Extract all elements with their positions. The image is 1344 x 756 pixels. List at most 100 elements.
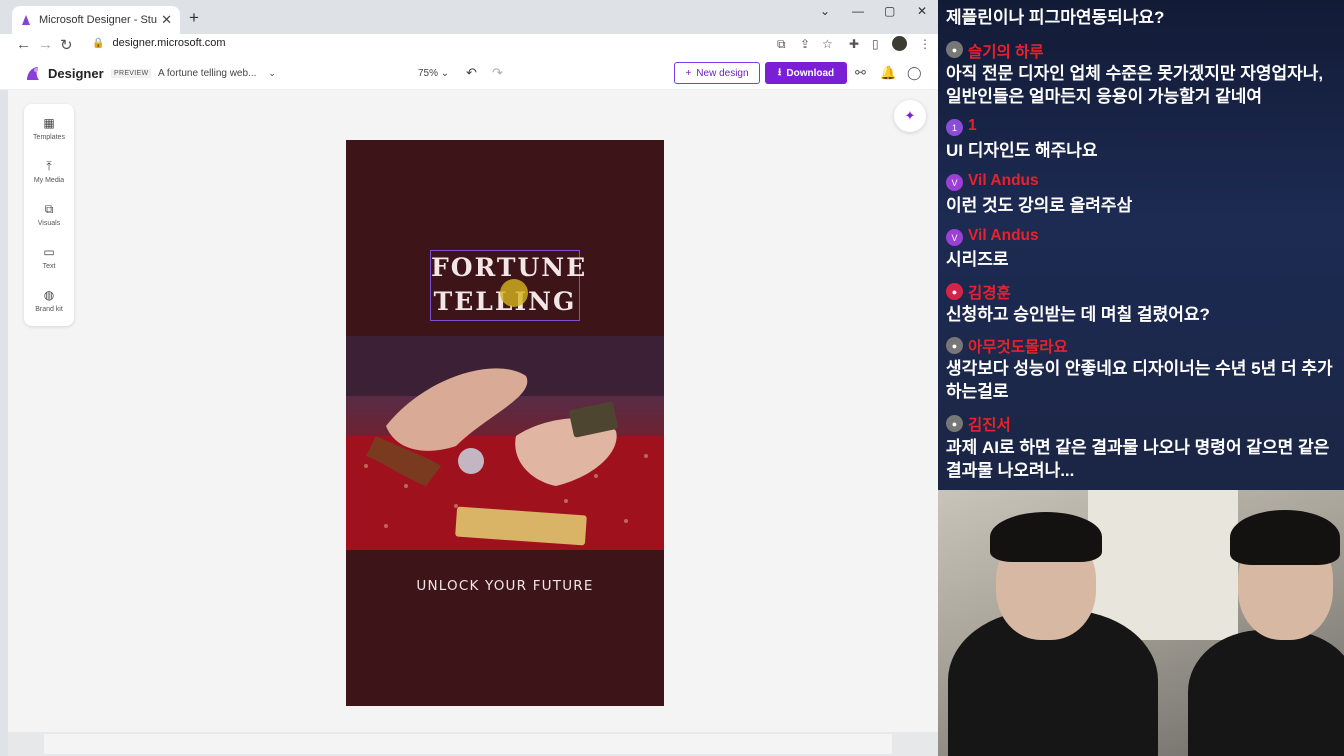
user-avatar-icon: ●	[946, 415, 963, 432]
tab-close-icon[interactable]: ✕	[161, 12, 172, 28]
sidepanel-icon[interactable]: ▯	[872, 37, 879, 51]
plus-icon: +	[685, 67, 692, 79]
extensions-icon[interactable]: ✚	[849, 37, 859, 51]
title-line-1: FORTUNE	[431, 253, 588, 282]
chat-message: 시리즈로	[946, 250, 1009, 269]
tagline-text[interactable]: UNLOCK YOUR FUTURE	[346, 578, 664, 594]
fortune-photo-illustration	[346, 336, 664, 550]
sidebar-item-text[interactable]: ▭ Text	[24, 245, 74, 270]
streamer-right-body	[1188, 630, 1344, 756]
design-workspace: ▦ Templates ⤒ My Media ⧉ Visuals ▭ Text …	[8, 90, 938, 732]
v-badge-icon: V	[946, 229, 963, 246]
webcam-feed	[938, 490, 1344, 756]
tab-search-icon[interactable]: ⌄	[820, 4, 830, 18]
shapes-icon: ⧉	[44, 202, 54, 216]
bookmark-star-icon[interactable]: ☆	[822, 37, 833, 51]
sidebar-item-label: Text	[42, 263, 56, 270]
reload-icon[interactable]: ↻	[60, 36, 73, 54]
tab-title: Microsoft Designer - Stunning d	[39, 14, 157, 26]
browser-window: Microsoft Designer - Stunning d ✕ + ⌄ — …	[0, 0, 938, 756]
maximize-icon[interactable]: ▢	[884, 4, 895, 18]
url-text: designer.microsoft.com	[112, 37, 226, 49]
brand-name: Designer	[48, 66, 104, 81]
chat-username: 아무것도몰라요	[968, 339, 1068, 356]
sidebar-item-my-media[interactable]: ⤒ My Media	[24, 159, 74, 184]
user-avatar-icon: ●	[946, 337, 963, 354]
account-icon[interactable]: ◯	[907, 65, 922, 81]
horizontal-scrollbar[interactable]	[8, 732, 938, 756]
minimize-icon[interactable]: —	[852, 4, 864, 18]
window-close-icon[interactable]: ✕	[917, 4, 927, 18]
user-avatar-icon: ●	[946, 41, 963, 58]
address-bar[interactable]: 🔒 designer.microsoft.com	[92, 37, 226, 49]
designer-logo-icon	[24, 65, 41, 82]
browser-tab[interactable]: Microsoft Designer - Stunning d ✕	[12, 6, 180, 34]
download-label: Download	[786, 67, 835, 79]
stream-chat-panel: 제플린이나 피그마연동되나요? ● 슬기의 하루 아직 전문 디자인 업체 수준…	[938, 0, 1344, 490]
chat-message: 과제 AI로 하면 같은 결과물 나오나 명령어 같으면 같은 결과물 나오려나…	[946, 438, 1330, 480]
download-icon: ⭳	[777, 66, 782, 78]
browser-toolbar: ← → ↻ 🔒 designer.microsoft.com ⧉ ⇪ ☆ ✚ ▯ …	[0, 34, 938, 58]
chevron-down-icon: ⌄	[440, 68, 450, 79]
tab-bar: Microsoft Designer - Stunning d ✕ + ⌄ — …	[0, 0, 938, 34]
chat-message: 생각보다 성능이 안좋네요 디자이너는 수년 5년 더 추가하는걸로	[946, 359, 1333, 401]
text-icon: ▭	[43, 245, 55, 259]
sidebar-item-brand-kit[interactable]: ◍ Brand kit	[24, 288, 74, 313]
scrollbar-thumb[interactable]	[44, 734, 892, 754]
chat-message: UI 디자인도 해주나요	[946, 141, 1098, 160]
undo-icon[interactable]: ↶	[466, 65, 477, 81]
sidebar-item-label: Visuals	[37, 220, 61, 227]
chat-username: 1	[968, 117, 977, 134]
preview-badge: PREVIEW	[111, 69, 152, 78]
browser-menu-icon[interactable]: ⋮	[919, 37, 931, 51]
chat-message: 신청하고 승인받는 데 며칠 걸렸어요?	[946, 305, 1210, 324]
streamer-right-hair	[1230, 510, 1340, 565]
sidebar-item-label: Templates	[33, 134, 65, 141]
sidebar-item-label: My Media	[33, 177, 65, 184]
subscriber-badge-icon: ●	[946, 283, 963, 300]
designer-header: Designer PREVIEW A fortune telling web..…	[0, 58, 938, 90]
v-badge-icon: V	[946, 174, 963, 191]
chat-username: 김진서	[968, 417, 1011, 434]
new-tab-button[interactable]: +	[189, 8, 199, 28]
document-title: A fortune telling web...	[158, 68, 257, 79]
sidebar-item-visuals[interactable]: ⧉ Visuals	[24, 202, 74, 227]
profile-avatar[interactable]	[892, 36, 907, 51]
zoom-value: 75%	[418, 68, 439, 79]
upload-icon: ⤒	[46, 159, 52, 173]
background-shelf	[1088, 490, 1238, 640]
designer-favicon-icon	[20, 14, 32, 26]
design-canvas[interactable]: FORTUNE TELLING	[346, 140, 664, 706]
redo-icon[interactable]: ↷	[492, 65, 503, 81]
chevron-down-icon: ⌄	[268, 68, 276, 78]
share-icon[interactable]: ⇪	[800, 37, 810, 51]
fortune-hands-image[interactable]	[346, 336, 664, 550]
ai-sparkle-button[interactable]: ✦	[894, 100, 926, 132]
forward-arrow-icon[interactable]: →	[38, 36, 53, 53]
notification-icon[interactable]: 🔔	[880, 65, 896, 81]
tools-sidebar: ▦ Templates ⤒ My Media ⧉ Visuals ▭ Text …	[24, 104, 74, 326]
chat-username: 김경훈	[968, 285, 1011, 302]
sparkle-icon: ✦	[904, 108, 916, 123]
back-arrow-icon[interactable]: ←	[16, 36, 31, 53]
lock-icon: 🔒	[92, 38, 105, 49]
new-design-button[interactable]: + New design	[674, 62, 760, 84]
sidebar-item-label: Brand kit	[35, 306, 63, 313]
level-badge-icon: 1	[946, 119, 963, 136]
translate-icon[interactable]: ⧉	[777, 37, 786, 52]
chat-username: 슬기의 하루	[968, 44, 1044, 61]
document-title-dropdown[interactable]: A fortune telling web... ⌄	[158, 68, 276, 79]
share-users-icon[interactable]: ⚯	[855, 65, 866, 81]
cursor-highlight	[500, 279, 528, 307]
sidebar-item-templates[interactable]: ▦ Templates	[24, 116, 74, 141]
palette-icon: ◍	[43, 288, 55, 302]
chat-message: 제플린이나 피그마연동되나요?	[946, 8, 1165, 27]
chat-username: Vil Andus	[968, 227, 1039, 244]
chat-message: 이런 것도 강의로 올려주삼	[946, 196, 1133, 215]
templates-icon: ▦	[43, 116, 55, 130]
new-design-label: New design	[696, 67, 749, 79]
chat-message: 아직 전문 디자인 업체 수준은 못가겠지만 자영업자나, 일반인들은 얼마든지…	[946, 64, 1324, 106]
download-button[interactable]: ⭳ Download	[765, 62, 847, 84]
zoom-dropdown[interactable]: 75% ⌄	[418, 68, 449, 79]
streamer-left-hair	[990, 512, 1102, 562]
